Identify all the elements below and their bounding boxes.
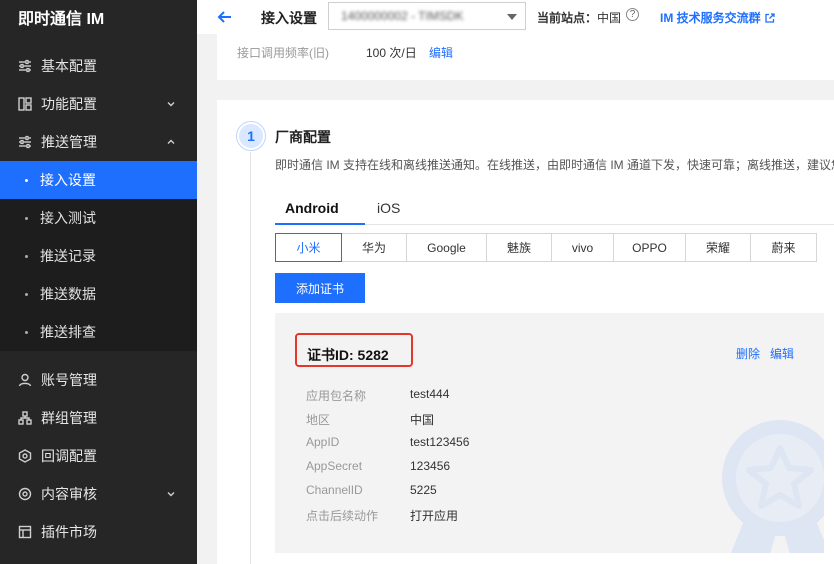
chevron-down-icon [167, 492, 175, 497]
tab-ios[interactable]: iOS [377, 200, 400, 216]
sidebar-item-feature-config[interactable]: 功能配置 [0, 85, 197, 123]
sidebar-subitem-access-settings[interactable]: 接入设置 [0, 161, 197, 199]
field-value-appsecret: 123456 [410, 459, 451, 473]
app-select-dropdown[interactable]: 1400000002 - TIMSDK [328, 2, 526, 30]
sidebar-item-plugin-market[interactable]: 插件市场 [0, 513, 197, 551]
sidebar-item-label: 回调配置 [41, 448, 97, 464]
sidebar-item-label: 功能配置 [41, 96, 97, 112]
back-arrow-icon[interactable] [217, 9, 233, 25]
bullet-dot [25, 254, 28, 258]
vendor-google[interactable]: Google [406, 233, 487, 262]
rate-limit-edit-link[interactable]: 编辑 [429, 44, 453, 61]
plugin-icon [17, 524, 33, 540]
group-icon [17, 410, 33, 426]
sidebar-item-content-audit[interactable]: 内容审核 [0, 475, 197, 513]
field-label-appid: AppID [306, 435, 340, 449]
sidebar-item-push-management[interactable]: 推送管理 [0, 123, 197, 161]
section-title: 厂商配置 [275, 129, 331, 145]
vendor-honor[interactable]: 荣耀 [685, 233, 751, 262]
section-description: 即时通信 IM 支持在线和离线推送通知。在线推送，由即时通信 IM 通道下发，快… [275, 158, 834, 172]
tech-group-link[interactable]: IM 技术服务交流群 [660, 9, 775, 26]
sidebar-item-label: 内容审核 [41, 486, 97, 502]
field-label-appsecret: AppSecret [306, 459, 363, 473]
rate-limit-card: 接口调用频率(旧) 100 次/日 编辑 [217, 34, 834, 80]
bullet-dot [25, 330, 28, 334]
app-select-value: 1400000002 - TIMSDK [341, 9, 464, 23]
sidebar-item-label: 基本配置 [41, 58, 97, 74]
sidebar-item-group-management[interactable]: 群组管理 [0, 399, 197, 437]
vendor-meizu[interactable]: 魅族 [486, 233, 552, 262]
chevron-up-icon [167, 139, 175, 144]
edit-certificate-link[interactable]: 编辑 [770, 345, 794, 362]
sidebar: 即时通信 IM 基本配置 功能配置 推送管理 接入设置 接入测试 推送记录 推送… [0, 0, 197, 564]
sidebar-item-basic-config[interactable]: 基本配置 [0, 47, 197, 85]
sidebar-item-label: 推送管理 [41, 134, 97, 150]
external-link-icon [765, 12, 775, 23]
field-label-click-action: 点击后续动作 [306, 509, 379, 523]
sidebar-subitem-access-test[interactable]: 接入测试 [0, 199, 197, 237]
vendor-xiaomi[interactable]: 小米 [275, 233, 342, 262]
bullet-dot [25, 178, 28, 182]
certificate-panel: 证书ID: 5282 删除 编辑 应用包名称 test444 地区 中国 App… [275, 313, 824, 553]
certificate-id: 证书ID: 5282 [307, 347, 389, 363]
sidebar-item-account-management[interactable]: 账号管理 [0, 361, 197, 399]
sidebar-item-callback-config[interactable]: 回调配置 [0, 437, 197, 475]
step-connector-line [250, 152, 251, 564]
field-label-package-name: 应用包名称 [306, 389, 367, 403]
sliders-icon [17, 58, 33, 74]
add-certificate-button[interactable]: 添加证书 [275, 273, 365, 303]
field-value-region: 中国 [410, 413, 435, 427]
certificate-badge-icon [722, 420, 824, 553]
field-value-click-action: 打开应用 [410, 509, 459, 523]
site-label: 当前站点： [537, 11, 598, 25]
field-value-package-name: test444 [410, 387, 450, 401]
field-label-channelid: ChannelID [306, 483, 363, 497]
delete-certificate-link[interactable]: 删除 [736, 345, 760, 362]
vendor-vivo[interactable]: vivo [551, 233, 614, 262]
sidebar-subitem-label: 推送数据 [40, 286, 96, 302]
sliders-icon [17, 134, 33, 150]
sidebar-subitem-label: 推送记录 [40, 248, 96, 264]
active-tab-indicator [275, 223, 365, 225]
vendor-config-card: 1 厂商配置 即时通信 IM 支持在线和离线推送通知。在线推送，由即时通信 IM… [217, 100, 834, 564]
vendor-button-group: 小米 华为 Google 魅族 vivo OPPO 荣耀 蔚来 [275, 233, 817, 262]
sidebar-subitem-label: 推送排查 [40, 324, 96, 340]
vendor-huawei[interactable]: 华为 [341, 233, 407, 262]
sidebar-item-label: 群组管理 [41, 410, 97, 426]
site-value: 中国 [597, 11, 622, 25]
vendor-oppo[interactable]: OPPO [613, 233, 686, 262]
chevron-down-icon [167, 102, 175, 107]
sidebar-item-label: 插件市场 [41, 524, 97, 540]
current-site: 当前站点：中国 [537, 9, 621, 26]
user-icon [17, 372, 33, 388]
bullet-dot [25, 292, 28, 296]
audit-icon [17, 486, 33, 502]
bullet-dot [25, 216, 28, 220]
callback-icon [17, 448, 33, 464]
field-value-channelid: 5225 [410, 483, 437, 497]
top-bar: 接入设置 1400000002 - TIMSDK 当前站点：中国 ? IM 技术… [197, 0, 834, 34]
tab-android[interactable]: Android [285, 200, 339, 216]
sidebar-item-label: 账号管理 [41, 372, 97, 388]
grid-icon [17, 96, 33, 112]
sidebar-subitem-push-troubleshoot[interactable]: 推送排查 [0, 313, 197, 351]
sidebar-subitem-push-data[interactable]: 推送数据 [0, 275, 197, 313]
help-icon[interactable]: ? [626, 8, 639, 21]
sidebar-subitem-label: 接入测试 [40, 210, 96, 226]
caret-down-icon [507, 14, 517, 20]
step-number: 1 [237, 122, 265, 150]
push-submenu: 接入设置 接入测试 推送记录 推送数据 推送排查 [0, 161, 197, 351]
platform-tabs: Android iOS [275, 196, 834, 225]
app-title: 即时通信 IM [18, 11, 105, 28]
rate-limit-value: 100 次/日 [366, 46, 417, 60]
sidebar-subitem-push-records[interactable]: 推送记录 [0, 237, 197, 275]
tech-group-link-label: IM 技术服务交流群 [660, 11, 761, 25]
sidebar-subitem-label: 接入设置 [40, 172, 96, 188]
field-value-appid: test123456 [410, 435, 470, 449]
page-title: 接入设置 [261, 10, 317, 26]
vendor-nio[interactable]: 蔚来 [750, 233, 817, 262]
field-label-region: 地区 [306, 413, 331, 427]
rate-limit-label: 接口调用频率(旧) [237, 46, 329, 60]
